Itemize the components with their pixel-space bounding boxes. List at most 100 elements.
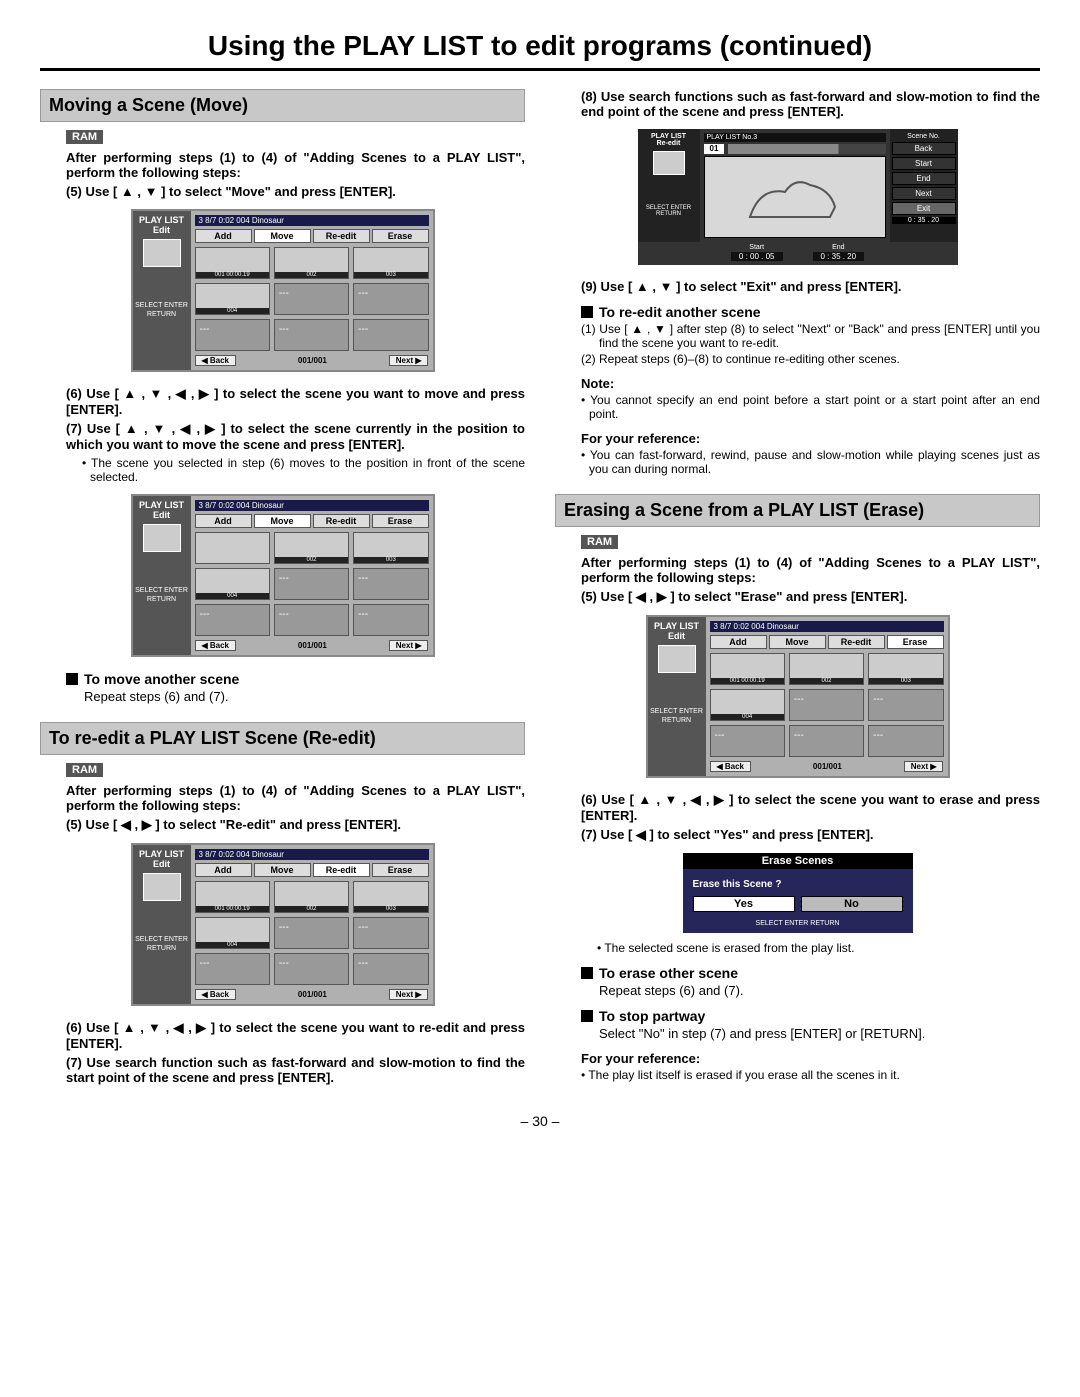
move-another-text: Repeat steps (6) and (7).	[84, 689, 525, 704]
mock-side-sub: Edit	[135, 225, 189, 235]
scene-empty: ---	[868, 725, 943, 757]
erase-other-head: To erase other scene	[581, 965, 1040, 981]
scene-thumb: 003	[353, 532, 428, 564]
scene-thumb: 002	[789, 653, 864, 685]
preview-image	[704, 156, 886, 238]
scene-empty: ---	[274, 953, 349, 985]
playlist-edit-mock-move: PLAY LIST Edit SELECT ENTER RETURN 3 8/7…	[131, 209, 435, 372]
scene-thumb: 002	[274, 532, 349, 564]
playlist-edit-mock-move-arrow: PLAY LIST Edit SELECT ENTER RETURN 3 8/7…	[131, 494, 435, 657]
move-intro: After performing steps (1) to (4) of "Ad…	[66, 150, 525, 180]
reedit-preview-mock: PLAY LIST Re-edit SELECT ENTER RETURN PL…	[638, 129, 958, 265]
scene-empty: ---	[274, 283, 349, 315]
reedit-sub2: (2) Repeat steps (6)–(8) to continue re-…	[599, 352, 1040, 366]
next-button: Next ▶	[389, 355, 429, 366]
tab-erase: Erase	[372, 229, 429, 243]
exit-time: 0 : 35 . 20	[892, 217, 956, 224]
scene-empty: ---	[353, 568, 428, 600]
scene-empty: ---	[353, 283, 428, 315]
scene-empty: ---	[789, 689, 864, 721]
dinosaur-icon	[740, 167, 850, 227]
tab-add: Add	[195, 229, 252, 243]
note-label: Note:	[581, 376, 1040, 391]
erase-confirm-dialog: Erase Scenes Erase this Scene ? Yes No S…	[683, 853, 913, 933]
page-title: Using the PLAY LIST to edit programs (co…	[40, 30, 1040, 71]
erase-heading: Erasing a Scene from a PLAY LIST (Erase)	[555, 494, 1040, 527]
ref-text: You can fast-forward, rewind, pause and …	[589, 448, 1040, 476]
note-text: You cannot specify an end point before a…	[589, 393, 1040, 421]
ram-badge: RAM	[66, 130, 103, 144]
scene-thumb: 004	[195, 917, 270, 949]
erase-dialog-footer: SELECT ENTER RETURN	[683, 918, 913, 933]
scene-empty: ---	[274, 604, 349, 636]
scene-empty: ---	[353, 917, 428, 949]
scene-thumb: 001 00:00.19	[195, 247, 270, 279]
scene-thumb: 003	[868, 653, 943, 685]
scene-empty: ---	[195, 319, 270, 351]
reedit-step5: (5) Use [ ◀ , ▶ ] to select "Re-edit" an…	[66, 817, 525, 833]
erase-step5: (5) Use [ ◀ , ▶ ] to select "Erase" and …	[581, 589, 1040, 605]
reedit-another-head: To re-edit another scene	[581, 304, 1040, 320]
clapper-icon	[143, 239, 181, 267]
mock-side-title: PLAY LIST	[135, 215, 189, 225]
right-btn-start: Start	[892, 157, 956, 170]
scene-no-value: 01	[704, 144, 725, 154]
move-step6: (6) Use [ ▲ , ▼ , ◀ , ▶ ] to select the …	[66, 386, 525, 417]
scene-thumb	[195, 532, 270, 564]
ram-badge: RAM	[66, 763, 103, 777]
move-step5: (5) Use [ ▲ , ▼ ] to select "Move" and p…	[66, 184, 525, 199]
move-heading: Moving a Scene (Move)	[40, 89, 525, 122]
scene-empty: ---	[274, 568, 349, 600]
scene-empty: ---	[195, 953, 270, 985]
move-step7: (7) Use [ ▲ , ▼ , ◀ , ▶ ] to select the …	[66, 421, 525, 452]
end-time-block: End 0 : 35 . 20	[813, 244, 865, 261]
clapper-icon	[143, 873, 181, 901]
erase-stop-head: To stop partway	[581, 1008, 1040, 1024]
scene-empty: ---	[353, 319, 428, 351]
scene-thumb: 003	[353, 881, 428, 913]
reedit-step9: (9) Use [ ▲ , ▼ ] to select "Exit" and p…	[581, 279, 1040, 294]
scene-thumb: 004	[195, 568, 270, 600]
scene-thumb: 004	[710, 689, 785, 721]
erase-step6: (6) Use [ ▲ , ▼ , ◀ , ▶ ] to select the …	[581, 792, 1040, 823]
no-button: No	[801, 896, 903, 912]
scene-thumb: 003	[353, 247, 428, 279]
erase-dialog-title: Erase Scenes	[683, 853, 913, 869]
page-number: – 30 –	[40, 1113, 1040, 1129]
scene-empty: ---	[195, 604, 270, 636]
clapper-icon	[658, 645, 696, 673]
right-column: (8) Use search functions such as fast-fo…	[555, 89, 1040, 1089]
reedit-step7: (7) Use search function such as fast-for…	[66, 1055, 525, 1085]
scene-thumb: 001 00:00.19	[195, 881, 270, 913]
scene-thumb: 002	[274, 247, 349, 279]
scene-no-label: Scene No.	[892, 133, 956, 140]
reedit-intro: After performing steps (1) to (4) of "Ad…	[66, 783, 525, 813]
clapper-icon	[143, 524, 181, 552]
left-column: Moving a Scene (Move) RAM After performi…	[40, 89, 525, 1089]
tab-reedit: Re-edit	[313, 229, 370, 243]
erase-ref-label: For your reference:	[581, 1051, 1040, 1066]
reedit-step6: (6) Use [ ▲ , ▼ , ◀ , ▶ ] to select the …	[66, 1020, 525, 1051]
scene-empty: ---	[789, 725, 864, 757]
erase-stop-text: Select "No" in step (7) and press [ENTER…	[599, 1026, 1040, 1041]
scene-empty: ---	[868, 689, 943, 721]
mock-title-bar: 3 8/7 0:02 004 Dinosaur	[195, 215, 429, 226]
playlist-edit-mock-reedit: PLAY LIST Edit SELECT ENTER RETURN 3 8/7…	[131, 843, 435, 1006]
erase-step7: (7) Use [ ◀ ] to select "Yes" and press …	[581, 827, 1040, 843]
move-another-head: To move another scene	[66, 671, 525, 687]
page-indicator: 001/001	[298, 356, 327, 365]
scene-thumb: 004	[195, 283, 270, 315]
yes-button: Yes	[693, 896, 795, 912]
ram-badge: RAM	[581, 535, 618, 549]
erase-bullet: The selected scene is erased from the pl…	[605, 941, 1040, 955]
erase-intro: After performing steps (1) to (4) of "Ad…	[581, 555, 1040, 585]
ref-label: For your reference:	[581, 431, 1040, 446]
back-button: ◀ Back	[195, 355, 237, 366]
reedit-step8: (8) Use search functions such as fast-fo…	[581, 89, 1040, 119]
erase-dialog-question: Erase this Scene ?	[683, 869, 913, 896]
mock-side-select: SELECT ENTER RETURN	[135, 301, 189, 319]
right-btn-exit: Exit	[892, 202, 956, 215]
start-time-block: Start 0 : 00 . 05	[731, 244, 783, 261]
scene-empty: ---	[353, 604, 428, 636]
scene-empty: ---	[274, 319, 349, 351]
